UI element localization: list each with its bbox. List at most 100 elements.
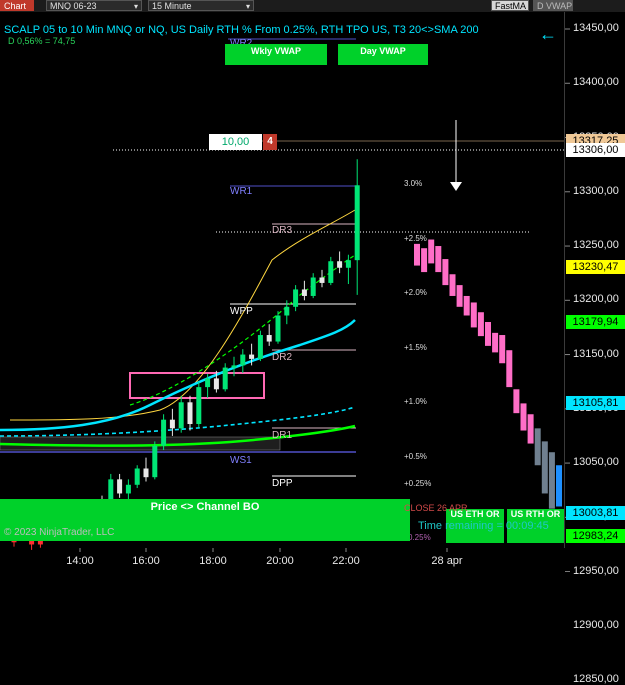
projection-bar (513, 389, 520, 414)
candle (240, 354, 246, 366)
projection-bar (442, 259, 449, 286)
pct-label: 0.25% (408, 533, 431, 542)
volume-box (0, 436, 281, 451)
candle (169, 419, 175, 429)
x-tick-label: 16:00 (132, 555, 160, 567)
price-marker: 13105,81 (566, 395, 625, 410)
candle (293, 289, 299, 307)
candle (354, 185, 360, 261)
candle (196, 387, 202, 425)
pct-label: +1.5% (404, 343, 427, 352)
projection-bar (470, 302, 477, 328)
price-marker: 13230,47 (566, 260, 625, 275)
x-tick-label: 18:00 (199, 555, 227, 567)
price-marker: 12983,24 (566, 528, 625, 543)
candle (284, 306, 290, 316)
level-label-dpp: DPP (272, 478, 293, 489)
projection-bar (435, 246, 442, 273)
arrow-left-icon[interactable]: ← (539, 25, 557, 43)
y-tick-label: 13200,00 (573, 293, 619, 306)
x-axis (79, 548, 448, 552)
y-tick-label: 13300,00 (573, 184, 619, 197)
pct-label: +2.5% (404, 234, 427, 243)
projection-bar (541, 441, 548, 494)
candle (117, 479, 123, 494)
projection-bar (428, 239, 435, 264)
y-tick-label: 13400,00 (573, 76, 619, 89)
candle (231, 365, 237, 368)
y-tick-label: 13050,00 (573, 456, 619, 469)
candle (345, 260, 351, 268)
y-tick-label: 13150,00 (573, 347, 619, 360)
pct-label: +0.5% (404, 452, 427, 461)
copyright-text: © 2023 NinjaTrader, LLC (4, 527, 115, 538)
weekly-vwap-button[interactable]: Wkly VWAP (225, 44, 327, 65)
chart-subtitle: D 0,56% = 74,75 (8, 36, 76, 46)
y-tick-label: 12850,00 (573, 673, 619, 685)
candle (125, 484, 131, 494)
level-label-wpp: WPP (230, 306, 253, 317)
level-label-dr3: DR3 (272, 225, 293, 236)
price-marker: 13179,94 (566, 315, 625, 330)
pct-label: +0.25% (404, 479, 432, 488)
candle (301, 289, 307, 296)
close-date-label: CLOSE 26 APR (404, 503, 468, 513)
candles (11, 159, 360, 550)
chart-title: SCALP 05 to 10 Min MNQ or NQ, US Daily R… (4, 24, 479, 36)
candle (178, 402, 184, 429)
candle (161, 419, 167, 446)
level-lines (0, 38, 564, 477)
projection-bar (556, 465, 562, 507)
day-vwap-button[interactable]: Day VWAP (338, 44, 428, 65)
projection-bar (499, 335, 506, 364)
candle (222, 367, 228, 390)
level-label-ws1: WS1 (230, 455, 252, 466)
moving-average-line (129, 254, 356, 406)
candle (205, 378, 211, 388)
projection-bar (414, 243, 420, 266)
projection-bar (477, 312, 484, 337)
y-tick-label: 12950,00 (573, 564, 619, 577)
pct-label: 3.0% (404, 179, 423, 188)
projection-bar (463, 295, 470, 316)
candle (213, 378, 219, 390)
projection-bar (492, 332, 499, 353)
y-tick-label: 13250,00 (573, 239, 619, 252)
candle (310, 277, 316, 296)
x-tick-label: 22:00 (332, 555, 360, 567)
candle (319, 277, 325, 283)
pct-label: +1.0% (404, 397, 427, 406)
candle (143, 468, 149, 478)
projection-bar (485, 322, 491, 346)
candle (152, 445, 158, 478)
candle (134, 468, 140, 485)
projection-bar (456, 285, 463, 307)
axis-separator (564, 12, 565, 548)
price-chart[interactable] (0, 0, 625, 572)
moving-averages (0, 209, 356, 447)
price-marker: 13306,00 (566, 143, 625, 157)
projection-bar (548, 452, 555, 509)
time-remaining: Time remaining = 00:09:45 (418, 520, 549, 532)
candle (328, 261, 334, 283)
x-tick-label: 28 apr (431, 555, 463, 567)
candle (257, 335, 263, 359)
projection-bar (527, 414, 534, 444)
candle (275, 315, 281, 342)
order-price-box[interactable]: 10,00 (209, 134, 262, 150)
projection-bar (449, 274, 456, 296)
order-qty-badge[interactable]: 4 (263, 134, 277, 150)
candle (249, 354, 255, 359)
y-axis (565, 28, 570, 572)
level-label-dr1: DR1 (272, 430, 293, 441)
x-tick-label: 14:00 (66, 555, 94, 567)
projection-bar (506, 350, 513, 388)
y-tick-label: 13450,00 (573, 22, 619, 34)
price-marker: 13003,81 (566, 506, 625, 521)
moving-average-line (0, 319, 356, 432)
candle (187, 402, 193, 425)
level-label-wr1: WR1 (230, 186, 253, 197)
level-label-dr2: DR2 (272, 352, 293, 363)
y-tick-label: 12900,00 (573, 618, 619, 631)
down-arrow-head (450, 182, 462, 191)
